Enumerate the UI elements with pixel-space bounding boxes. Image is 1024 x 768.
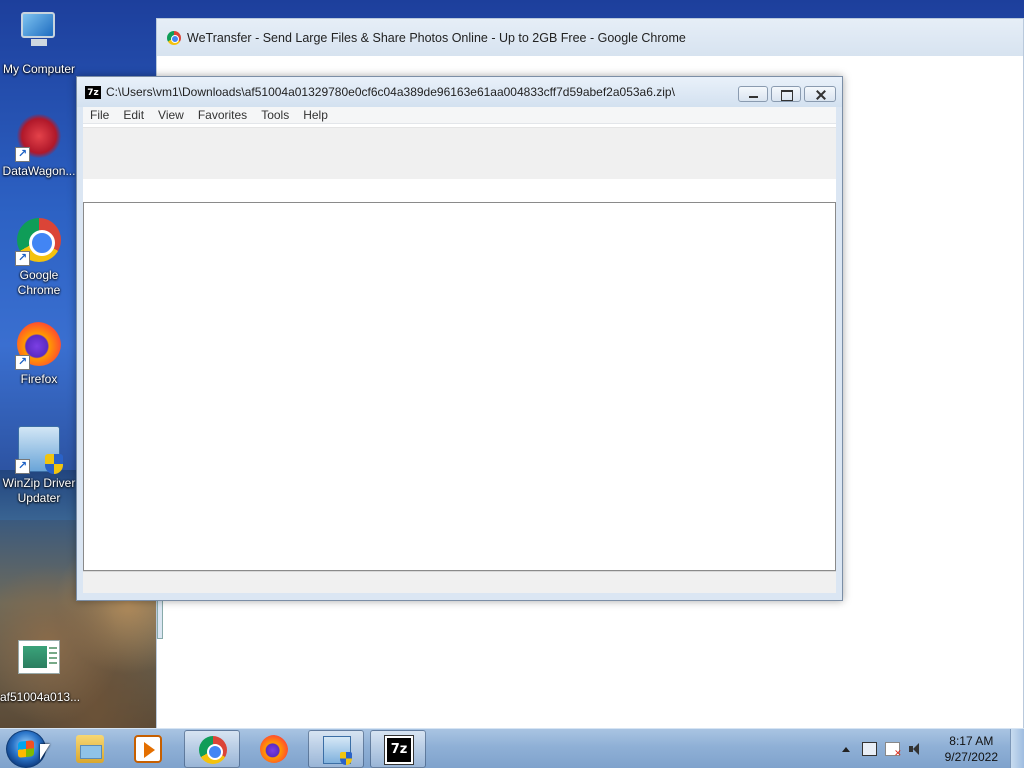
chrome-icon bbox=[167, 30, 181, 45]
winzip-driver-updater-icon: ↗ bbox=[15, 426, 63, 474]
desktop-icon-winzip-driver-updater[interactable]: ↗ WinZip Driver Updater bbox=[0, 424, 78, 506]
file-list[interactable] bbox=[83, 202, 836, 571]
desktop-icon-firefox[interactable]: ↗ Firefox bbox=[0, 320, 78, 387]
7zip-titlebar[interactable]: 7z C:\Users\vm1\Downloads\af51004a013297… bbox=[77, 77, 842, 107]
chrome-icon bbox=[199, 736, 227, 764]
minimize-button[interactable] bbox=[738, 86, 768, 102]
show-desktop-button[interactable] bbox=[1010, 729, 1024, 768]
menu-favorites[interactable]: Favorites bbox=[191, 107, 254, 123]
taskbar: 7z 8:17 AM 9/27/2022 bbox=[0, 728, 1024, 768]
datawagon-icon: ↗ bbox=[15, 114, 63, 162]
clock[interactable]: 8:17 AM 9/27/2022 bbox=[945, 733, 998, 765]
menu-help[interactable]: Help bbox=[296, 107, 335, 123]
desktop-icon-label: DataWagon... bbox=[2, 164, 76, 178]
taskbar-item-winzip-driver-updater[interactable] bbox=[308, 730, 364, 768]
menu-bar: File Edit View Favorites Tools Help bbox=[83, 107, 836, 124]
menu-view[interactable]: View bbox=[151, 107, 191, 123]
winzip-icon bbox=[323, 736, 352, 765]
address-bar[interactable] bbox=[83, 179, 836, 203]
7zip-client-area: File Edit View Favorites Tools Help bbox=[83, 107, 836, 593]
computer-icon bbox=[15, 12, 63, 60]
menu-edit[interactable]: Edit bbox=[116, 107, 151, 123]
firefox-icon bbox=[260, 735, 288, 763]
shortcut-arrow-icon: ↗ bbox=[15, 147, 30, 162]
desktop-icon-google-chrome[interactable]: ↗ Google Chrome bbox=[0, 216, 78, 298]
desktop-icon-my-computer[interactable]: My Computer bbox=[0, 8, 78, 77]
status-bar bbox=[83, 571, 836, 593]
taskbar-item-firefox[interactable] bbox=[246, 730, 302, 768]
shortcut-arrow-icon: ↗ bbox=[15, 459, 30, 474]
menu-file[interactable]: File bbox=[83, 107, 116, 123]
volume-icon[interactable] bbox=[908, 742, 923, 756]
toolbar bbox=[83, 127, 836, 179]
action-center-flag-icon[interactable] bbox=[884, 742, 902, 759]
clock-date: 9/27/2022 bbox=[944, 750, 998, 764]
close-button[interactable] bbox=[804, 86, 836, 102]
menu-tools[interactable]: Tools bbox=[254, 107, 296, 123]
media-player-icon bbox=[134, 735, 162, 763]
chrome-window-edge bbox=[157, 599, 163, 639]
7zip-window-title: C:\Users\vm1\Downloads\af51004a01329780e… bbox=[106, 85, 675, 99]
desktop-icon-label: af51004a013... bbox=[0, 690, 81, 704]
clock-time: 8:17 AM bbox=[949, 734, 994, 748]
network-icon[interactable] bbox=[861, 742, 877, 756]
7zip-icon: 7z bbox=[384, 735, 414, 765]
taskbar-item-media-player[interactable] bbox=[120, 730, 176, 768]
7zip-icon: 7z bbox=[85, 85, 101, 99]
mouse-cursor-icon bbox=[40, 744, 50, 760]
desktop-icon-label: Firefox bbox=[20, 372, 58, 386]
taskbar-item-google-chrome[interactable] bbox=[184, 730, 240, 768]
chrome-titlebar[interactable]: WeTransfer - Send Large Files & Share Ph… bbox=[157, 19, 1023, 56]
desktop-icon-label: My Computer bbox=[2, 62, 76, 76]
folder-icon bbox=[76, 735, 104, 763]
chrome-window-title: WeTransfer - Send Large Files & Share Ph… bbox=[187, 30, 686, 45]
7zip-window[interactable]: 7z C:\Users\vm1\Downloads\af51004a013297… bbox=[76, 76, 843, 601]
taskbar-item-7zip[interactable]: 7z bbox=[370, 730, 426, 768]
desktop-icon-label: Google Chrome bbox=[17, 268, 61, 297]
maximize-button[interactable] bbox=[771, 86, 801, 102]
desktop-icon-datawagon[interactable]: ↗ DataWagon... bbox=[0, 112, 78, 179]
show-hidden-icons-icon[interactable] bbox=[841, 746, 850, 752]
taskbar-item-windows-explorer[interactable] bbox=[62, 730, 118, 768]
desktop-icon-archive-file[interactable]: af51004a013... bbox=[0, 632, 81, 705]
shortcut-arrow-icon: ↗ bbox=[15, 355, 30, 370]
desktop-icon-label: WinZip Driver Updater bbox=[2, 476, 76, 505]
firefox-icon: ↗ bbox=[15, 322, 63, 370]
archive-file-icon bbox=[15, 640, 63, 688]
chrome-icon: ↗ bbox=[15, 218, 63, 266]
system-tray: 8:17 AM 9/27/2022 bbox=[841, 729, 998, 768]
shortcut-arrow-icon: ↗ bbox=[15, 251, 30, 266]
